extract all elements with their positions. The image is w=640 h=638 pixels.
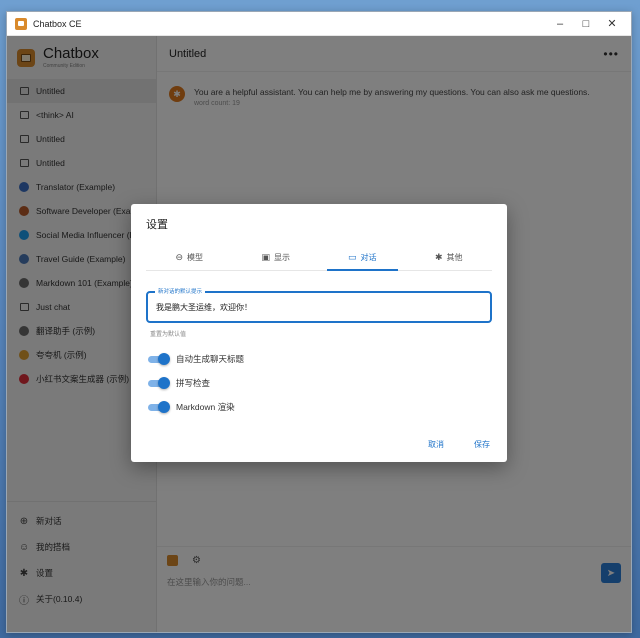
save-button[interactable]: 保存 [474, 439, 490, 450]
auto-title-label: 自动生成聊天标题 [176, 354, 245, 364]
tab-chat-label: 对话 [360, 252, 377, 262]
tab-other-label: 其他 [446, 252, 463, 262]
window-title: Chatbox CE [33, 18, 82, 29]
markdown-toggle-row[interactable]: Markdown 渲染 [146, 400, 235, 414]
app-icon [15, 17, 27, 30]
robot-icon: ⊖ [175, 251, 184, 262]
minimize-button[interactable]: – [549, 18, 571, 30]
tab-model-label: 模型 [187, 252, 204, 262]
chat-icon: ▭ [347, 251, 357, 262]
spellcheck-switch[interactable] [146, 376, 170, 390]
dialog-actions: 取消 保存 [398, 439, 490, 450]
maximize-button[interactable]: □ [575, 18, 597, 30]
tab-display[interactable]: ▣ 显示 [233, 244, 320, 270]
tab-other[interactable]: ✱ 其他 [406, 244, 493, 270]
default-prompt-label: 新对话的默认提示 [155, 287, 206, 295]
settings-dialog: 设置 ⊖ 模型 ▣ 显示 ▭ 对话 ✱ 其他 新对话的默认提示 重置为默认值 自… [131, 204, 507, 462]
auto-title-toggle-row[interactable]: 自动生成聊天标题 [146, 352, 244, 366]
tab-model[interactable]: ⊖ 模型 [146, 244, 233, 270]
close-button[interactable]: ✕ [601, 17, 623, 30]
cancel-button[interactable]: 取消 [428, 439, 444, 450]
dialog-title: 设置 [146, 219, 168, 231]
title-bar: Chatbox CE – □ ✕ [7, 12, 631, 36]
tab-display-label: 显示 [274, 252, 290, 262]
gear-icon: ✱ [434, 251, 443, 262]
settings-tabs: ⊖ 模型 ▣ 显示 ▭ 对话 ✱ 其他 [146, 244, 492, 271]
spellcheck-label: 拼写检查 [176, 378, 211, 388]
spellcheck-toggle-row[interactable]: 拼写检查 [146, 376, 210, 390]
markdown-label: Markdown 渲染 [176, 402, 235, 412]
reset-default-link[interactable]: 重置为默认值 [150, 329, 186, 338]
default-prompt-field: 新对话的默认提示 [146, 287, 492, 323]
markdown-switch[interactable] [146, 400, 170, 414]
default-prompt-input[interactable] [148, 293, 490, 321]
auto-title-switch[interactable] [146, 352, 170, 366]
display-icon: ▣ [261, 251, 270, 262]
tab-chat[interactable]: ▭ 对话 [319, 244, 406, 271]
